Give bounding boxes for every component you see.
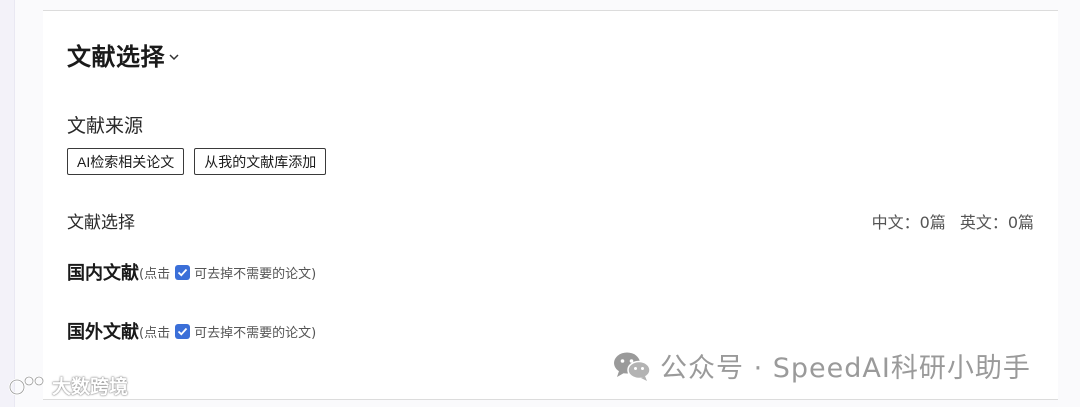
foreign-literature: 国外文献 (点击 可去掉不需要的论文): [67, 318, 316, 344]
section-header[interactable]: 文献选择: [67, 37, 181, 72]
domestic-literature: 国内文献 (点击 可去掉不需要的论文): [67, 259, 316, 285]
chevron-down-icon[interactable]: [167, 50, 181, 64]
counts: 中文：0篇 英文：0篇: [872, 209, 1034, 233]
logo-icon: [8, 375, 45, 395]
foreign-hint-prefix: (点击: [139, 325, 171, 341]
checkbox-icon[interactable]: [175, 323, 191, 339]
domestic-hint-prefix: (点击: [139, 266, 171, 282]
english-count: 英文：0篇: [959, 213, 1034, 232]
page: 文献选择 文献来源 AI检索相关论文 从我的文献库添加 文献选择 中文：0篇 英…: [0, 0, 1080, 407]
left-rail: [0, 0, 15, 407]
domestic-title: 国内文献: [67, 263, 139, 284]
domestic-hint: (点击 可去掉不需要的论文): [139, 263, 316, 282]
section-title: 文献选择: [67, 43, 165, 71]
checkbox-icon[interactable]: [175, 264, 191, 280]
add-from-library-button[interactable]: 从我的文献库添加: [194, 148, 327, 175]
ai-search-button[interactable]: AI检索相关论文: [67, 148, 185, 175]
wechat-watermark: 公众号 · SpeedAI科研小助手: [612, 346, 1031, 385]
domestic-hint-suffix: 可去掉不需要的论文): [194, 266, 317, 282]
foreign-hint: (点击 可去掉不需要的论文): [139, 322, 316, 341]
wechat-watermark-text: 公众号 · SpeedAI科研小助手: [660, 353, 1031, 384]
foreign-hint-suffix: 可去掉不需要的论文): [194, 325, 317, 341]
source-button-row: AI检索相关论文 从我的文献库添加: [67, 148, 327, 175]
source-label: 文献来源: [67, 115, 144, 137]
foreign-title: 国外文献: [67, 322, 139, 343]
wechat-icon: [614, 352, 651, 381]
chinese-count: 中文：0篇: [871, 213, 946, 232]
literature-card: 文献选择 文献来源 AI检索相关论文 从我的文献库添加 文献选择 中文：0篇 英…: [43, 10, 1058, 400]
corner-watermark: 大数跨境: [8, 372, 128, 399]
corner-watermark-text: 大数跨境: [52, 376, 129, 398]
selection-label: 文献选择: [67, 213, 135, 233]
